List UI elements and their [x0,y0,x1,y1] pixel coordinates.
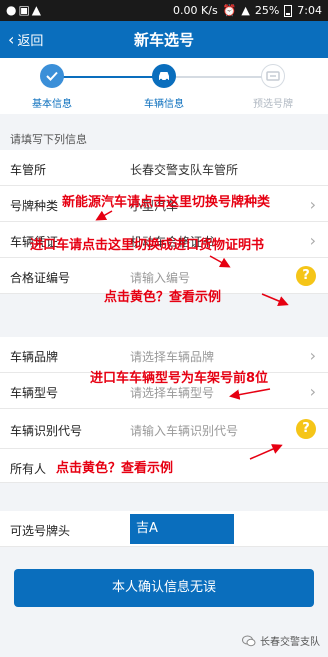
row-vin[interactable]: 车辆识别代号 请输入车辆识别代号 ? [0,409,328,449]
step-label: 车辆信息 [144,99,184,110]
page-title: 新车选号 [133,31,194,49]
annotation-help-example: 点击黄色？查看示例 [104,290,222,305]
help-icon[interactable]: ? [296,266,316,286]
help-icon[interactable]: ? [296,419,316,439]
row-plate-prefix: 可选号牌头 吉A [0,511,328,547]
network-speed: 0.00 K/s [173,4,218,17]
nav-bar: ‹ 返回 新车选号 [0,21,328,58]
step-basic-info: 基本信息 [7,64,97,110]
arrow-help-certificate [261,293,289,306]
section-title: 请填写下列信息 [10,133,87,146]
status-bar: ●▣▲ 0.00 K/s ⏰ ▲ 25% 7:04 [0,0,328,21]
step-vehicle-info: 车辆信息 [119,64,209,110]
plate-icon [261,64,285,88]
row-label: 车辆识别代号 [10,424,83,438]
notification-icons: ●▣▲ [6,3,44,17]
watermark: 长春交警支队 [242,633,320,648]
step-label: 基本信息 [32,99,72,110]
row-placeholder: 请选择车辆品牌 [130,350,215,364]
chevron-right-icon: › [309,195,316,214]
chevron-right-icon: › [309,346,316,365]
annotation-new-energy: 新能源汽车请点击这里切换号牌种类 [62,195,271,210]
step-label: 预选号牌 [253,99,293,110]
watermark-text: 长春交警支队 [260,637,320,648]
annotation-help-example-2: 点击黄色？查看示例 [56,461,174,476]
clock: 7:04 [297,4,322,17]
form-card-prefix: 可选号牌头 吉A [0,511,328,547]
plate-prefix-input[interactable]: 吉A [130,514,234,544]
row-placeholder: 请选择车辆型号 [130,386,215,400]
row-label: 合格证编号 [10,271,71,285]
row-label: 所有人 [10,462,47,476]
chevron-right-icon: › [309,231,316,250]
row-label: 车管所 [10,163,47,177]
signal-icon: ▲ [241,4,250,17]
vin-input[interactable]: 请输入车辆识别代号 [130,422,238,439]
confirm-button[interactable]: 本人确认信息无误 [14,569,314,607]
step-progress: 基本信息 车辆信息 预选号牌 [0,58,328,114]
battery-percent: 25% [254,4,280,17]
alarm-icon: ⏰ [222,4,237,17]
wechat-icon [242,635,256,646]
step-preselect-plate: 预选号牌 [228,64,318,110]
battery-icon [284,4,293,17]
check-icon [40,64,64,88]
row-label: 可选号牌头 [10,524,71,538]
row-label: 车辆型号 [10,386,59,400]
row-label: 车辆品牌 [10,350,59,364]
certificate-number-input[interactable]: 请输入编号 [130,269,190,286]
row-label: 号牌种类 [10,199,59,213]
chevron-right-icon: › [309,382,316,401]
form-card-certificate: 车管所 长春交警支队车管所 号牌种类 小型汽车 › 车辆凭证 机动车合格证书 ›… [0,150,328,294]
annotation-import-certificate: 进口车请点击这里切换成进口货物证明书 [30,238,265,253]
annotation-import-model: 进口车车辆型号为车架号前8位 [90,371,269,386]
row-vehicle-office[interactable]: 车管所 长春交警支队车管所 [0,150,328,186]
car-icon [152,64,176,88]
row-value: 长春交警支队车管所 [130,163,239,177]
